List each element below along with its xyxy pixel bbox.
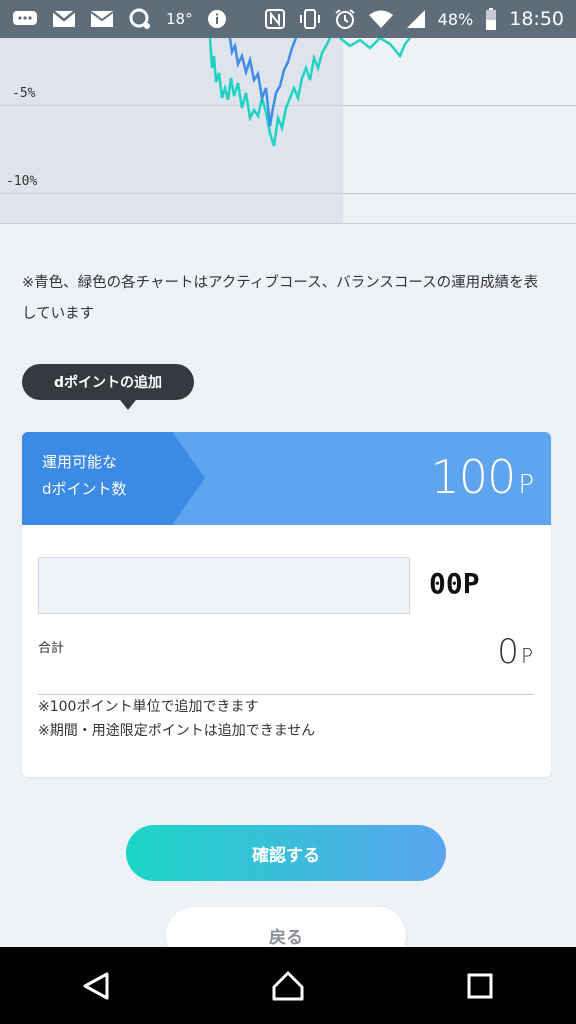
points-note-item: ※100ポイント単位で追加できます [38,699,259,715]
available-points-unit: P [518,470,534,500]
add-points-card: 運用可能な dポイント数 100 P 00P 合計 0P ※100ポイント単位で追… [22,432,551,777]
add-points-tooltip: dポイントの追加 [22,364,195,410]
battery-icon [485,8,497,30]
points-input[interactable] [38,557,410,614]
recents-icon [467,973,493,998]
total-label: 合計 [38,641,65,656]
wifi-icon [368,9,394,29]
nfc-icon [264,8,286,30]
performance-chart: -5% -10% [0,38,576,224]
available-points-label: 運用可能な dポイント数 [42,449,127,503]
nav-back-button[interactable] [56,956,136,1016]
chart-lines-svg [208,38,411,147]
available-points-header: 運用可能な dポイント数 100 P [22,432,551,525]
mail-icon [90,10,114,28]
series-line-balance-right [339,38,411,59]
nav-home-button[interactable] [248,956,328,1016]
points-note-item: ※期間・用途限定ポイントは追加できません [38,723,316,739]
available-points-label-line1: 運用可能な [42,453,118,471]
points-input-suffix: 00P [429,567,480,600]
tooltip-label: dポイントの追加 [54,375,163,391]
signal-icon [406,9,426,29]
y-tick-label: -5% [12,86,36,101]
nav-recents-button[interactable] [440,956,520,1016]
y-tick-label: -10% [6,174,38,189]
back-triangle-icon [83,972,109,999]
home-icon [272,971,304,1000]
available-points-label-line2: dポイント数 [42,480,127,498]
total-unit: P [520,644,533,668]
chat-bubble-icon [12,9,38,29]
alarm-icon [334,8,356,30]
total-value: 0P [497,632,533,672]
points-notes: ※100ポイント単位で追加できます ※期間・用途限定ポイントは追加できません [38,695,315,743]
info-icon [207,9,227,29]
gmail-icon [52,10,76,28]
status-bar: 18° 48% 18:50 [0,0,576,38]
battery-percent-text: 48% [437,9,474,29]
confirm-button[interactable]: 確認する [126,825,446,881]
system-nav-bar [0,947,576,1024]
temperature-text: 18° [166,10,193,28]
available-points-value: 100 P [431,450,534,504]
total-number: 0 [497,632,519,672]
available-points-number: 100 [430,450,517,504]
assistant-icon [128,7,152,31]
chart-note: ※青色、緑色の各チャートはアクティブコース、バランスコースの運用成績を表していま… [22,275,539,322]
vibrate-icon [298,8,322,30]
series-line-balance [208,38,332,147]
clock-time: 18:50 [509,8,564,30]
